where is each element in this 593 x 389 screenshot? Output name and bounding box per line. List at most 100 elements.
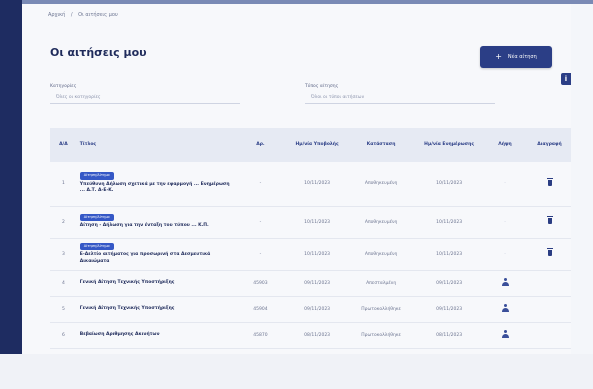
breadcrumb-current: Οι αιτήσεις μου — [78, 12, 118, 18]
plus-icon: + — [495, 52, 502, 61]
row-first-submit: 09/11/2023 — [287, 296, 347, 323]
header-title[interactable]: Τίτλος — [76, 128, 234, 162]
type-filter[interactable]: Τύπος αίτησης Όλοι οι τύποι αιτήσεων — [305, 84, 495, 104]
category-filter-value[interactable]: Όλες οι κατηγορίες — [50, 95, 240, 100]
row-status: Πρωτοκολλήθηκε — [347, 322, 416, 349]
row-num: 1 — [50, 162, 77, 207]
row-delete[interactable] — [527, 162, 572, 207]
row-title[interactable]: Ε-Δελτίο αιτήματος για προσωρινή στα Δεσ… — [80, 252, 231, 266]
row-status: Αποθηκευμένη — [347, 162, 416, 207]
empty-action: - — [504, 181, 506, 187]
type-filter-value[interactable]: Όλοι οι τύποι αιτήσεων — [305, 95, 495, 100]
row-delete — [527, 322, 572, 349]
row-delete — [527, 296, 572, 323]
header-protocol[interactable]: Αρ. — [233, 128, 288, 162]
row-last-change: 10/11/2023 — [415, 238, 483, 271]
type-filter-label: Τύπος αίτησης — [305, 84, 339, 89]
row-action[interactable] — [482, 296, 528, 323]
header-delete: Διαγραφή — [527, 128, 572, 162]
row-status: Απεσταλμένη — [347, 270, 416, 297]
table-row[interactable]: 2 Αίτηση/Αίτημα Αίτηση - Δήλωση για την έν… — [50, 206, 572, 239]
row-title-cell[interactable]: Αίτηση/Αίτημα Ε-Δελτίο αιτήματος για προσ… — [76, 238, 234, 271]
table-row[interactable]: 6 Βεβαίωση Αριθμησης Ακινήτων 45870 08/11/2… — [50, 322, 572, 349]
row-delete[interactable] — [527, 206, 572, 239]
row-action[interactable] — [482, 322, 528, 349]
user-icon[interactable] — [501, 278, 509, 286]
category-filter-label: Κατηγορίες — [50, 84, 77, 89]
table-row[interactable]: 1 Αίτηση/Αίτημα Υπεύθυνη Δήλωση σχετικά με… — [50, 162, 572, 207]
row-title-cell[interactable]: Βεβαίωση Αριθμησης Ακινήτων — [76, 322, 234, 349]
header-status[interactable]: Κατάσταση — [347, 128, 416, 162]
applications-table: Α/Α Τίτλος Αρ. Ημ/νία Υποβολής Κατάσταση… — [50, 128, 572, 354]
row-first-submit: 08/11/2023 — [287, 322, 347, 349]
row-title-cell[interactable]: Γενική Αίτηση Τεχνικής Υποστήριξης — [76, 296, 234, 323]
row-last-change: 09/11/2023 — [415, 270, 483, 297]
category-badge: Αίτηση/Αίτημα — [79, 172, 114, 180]
category-badge: Αίτηση/Αίτημα — [79, 214, 114, 222]
row-title[interactable]: Υπεύθυνη Δήλωση σχετικά με την εφαρμογή … — [80, 182, 231, 196]
row-title-cell[interactable]: Αίτηση/Αίτημα Αίτηση - Δήλωση για την έντ… — [76, 206, 234, 239]
row-protocol: 45903 — [233, 270, 288, 297]
user-icon[interactable] — [501, 304, 509, 312]
table-row[interactable]: 4 Γενική Αίτηση Τεχνικής Υποστήριξης 45903… — [50, 270, 572, 297]
type-filter-underline — [305, 103, 495, 104]
row-num: 2 — [50, 206, 77, 239]
table-body: 1 Αίτηση/Αίτημα Υπεύθυνη Δήλωση σχετικά με… — [50, 162, 572, 354]
category-filter[interactable]: Κατηγορίες Όλες οι κατηγορίες — [50, 84, 240, 104]
header-last-change[interactable]: Ημ/νία Ενημέρωσης — [415, 128, 483, 162]
row-protocol: 45904 — [233, 296, 288, 323]
row-last-change: 08/11/2023 — [415, 322, 483, 349]
row-num: 6 — [50, 322, 77, 349]
trash-icon[interactable] — [546, 248, 553, 256]
row-status: Αποθηκευμένη — [347, 238, 416, 271]
breadcrumb-separator: / — [70, 12, 73, 18]
desk-area-bottom — [0, 354, 593, 389]
monitor-left-bezel — [0, 0, 22, 389]
app-screen: Αρχική / Οι αιτήσεις μου Οι αιτήσεις μου… — [22, 4, 593, 354]
row-first-submit: 09/11/2023 — [287, 270, 347, 297]
table-header-row: Α/Α Τίτλος Αρ. Ημ/νία Υποβολής Κατάσταση… — [50, 128, 572, 162]
table-row[interactable]: 5 Γενική Αίτηση Τεχνικής Υποστήριξης 45904… — [50, 296, 572, 323]
empty-action: - — [504, 219, 506, 225]
header-action: Λήψη — [482, 128, 528, 162]
new-application-label: Νέα αίτηση — [507, 54, 537, 60]
empty-action: - — [504, 251, 506, 257]
row-title-cell[interactable]: Αίτηση/Αίτημα Υπεύθυνη Δήλωση σχετικά με … — [76, 162, 234, 207]
category-badge: Αίτηση/Αίτημα — [79, 242, 114, 250]
row-first-submit: 10/11/2023 — [287, 238, 347, 271]
trash-icon[interactable] — [546, 216, 553, 224]
row-title[interactable]: Γενική Αίτηση Τεχνικής Υποστήριξης — [80, 280, 231, 287]
row-delete — [527, 270, 572, 297]
row-num: 3 — [50, 238, 77, 271]
category-filter-underline — [50, 103, 240, 104]
row-action[interactable] — [482, 270, 528, 297]
trash-icon[interactable] — [546, 177, 553, 186]
row-title[interactable]: Αίτηση - Δήλωση για την ένταξη του τύπου… — [80, 223, 231, 230]
row-num: 4 — [50, 270, 77, 297]
row-action: - — [482, 206, 528, 239]
row-last-change: 10/11/2023 — [415, 162, 483, 207]
breadcrumb: Αρχική / Οι αιτήσεις μου — [48, 12, 122, 18]
new-application-button[interactable]: + Νέα αίτηση — [480, 46, 552, 68]
row-title[interactable]: Γενική Αίτηση Τεχνικής Υποστήριξης — [80, 306, 231, 313]
row-protocol: 45870 — [233, 322, 288, 349]
row-last-change: 10/11/2023 — [415, 206, 483, 239]
desk-area-right: i — [561, 4, 593, 389]
header-first-submit[interactable]: Ημ/νία Υποβολής — [287, 128, 347, 162]
row-num: 5 — [50, 296, 77, 323]
row-action: - — [482, 238, 528, 271]
info-icon[interactable]: i — [561, 73, 571, 85]
row-status: Πρωτοκολλήθηκε — [347, 296, 416, 323]
page-title: Οι αιτήσεις μου — [50, 46, 147, 59]
row-delete[interactable] — [527, 238, 572, 271]
row-protocol: - — [233, 238, 288, 271]
row-title[interactable]: Βεβαίωση Αριθμησης Ακινήτων — [80, 332, 231, 339]
user-icon[interactable] — [501, 330, 509, 338]
row-first-submit: 10/11/2023 — [287, 162, 347, 207]
row-protocol: - — [233, 206, 288, 239]
header-num[interactable]: Α/Α — [50, 128, 77, 162]
row-first-submit: 10/11/2023 — [287, 206, 347, 239]
breadcrumb-home[interactable]: Αρχική — [48, 12, 65, 18]
table-row[interactable]: 3 Αίτηση/Αίτημα Ε-Δελτίο αιτήματος για προ… — [50, 238, 572, 271]
row-title-cell[interactable]: Γενική Αίτηση Τεχνικής Υποστήριξης — [76, 270, 234, 297]
